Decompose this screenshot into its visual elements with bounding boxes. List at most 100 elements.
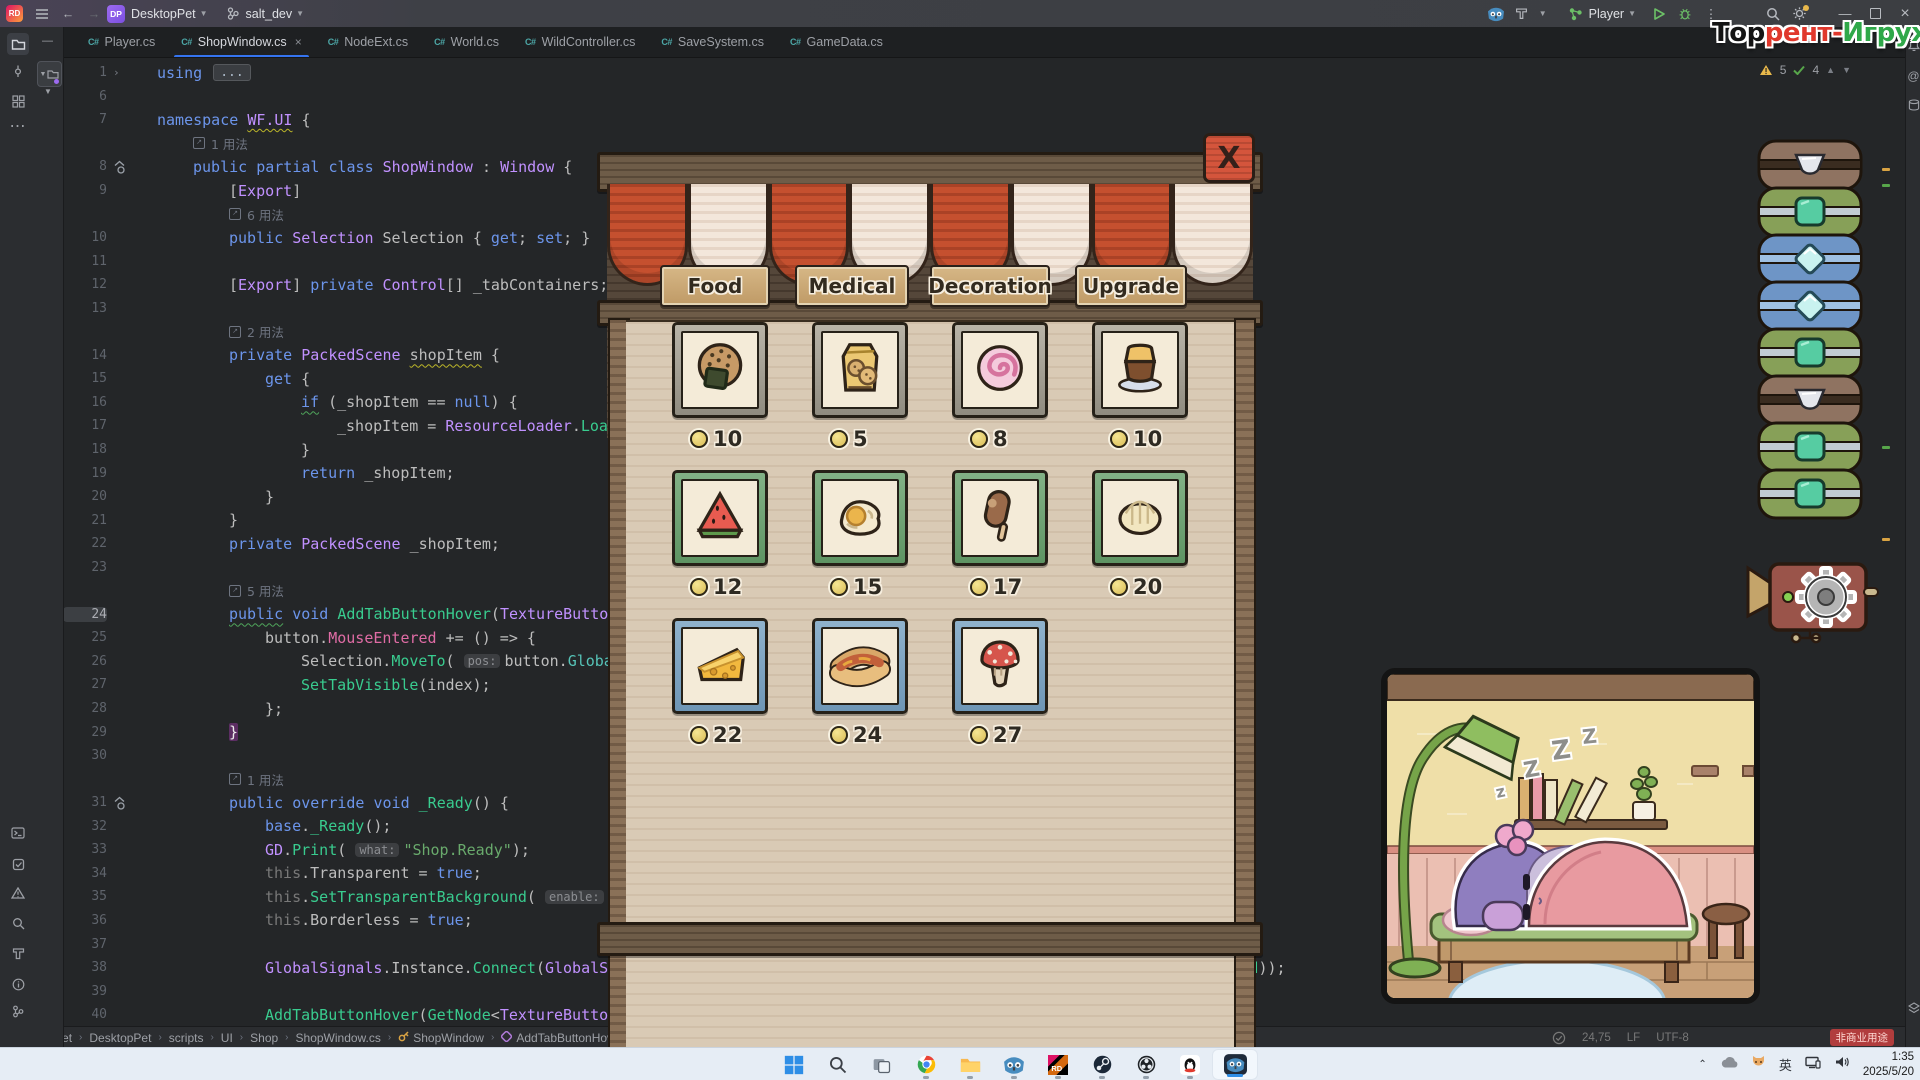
godot-engine-icon[interactable] [1485,3,1507,25]
code-line[interactable]: 6 [63,85,1893,109]
chevron-down-icon[interactable]: ▼ [1628,9,1636,18]
breadcrumb-item[interactable]: ShopWindow.cs [296,1031,381,1045]
pet-room-scene[interactable]: z Z Z Z [1381,668,1760,1004]
breadcrumb-item[interactable]: DesktopPet [89,1031,151,1045]
build-icon[interactable] [7,942,29,964]
shop-tab-decoration[interactable]: Decoration [930,265,1050,307]
debug-bug-icon[interactable] [1674,3,1696,25]
inspection-widget[interactable]: 5 4 ▲ ▼ [1759,63,1851,77]
breadcrumb-item[interactable]: UI [221,1031,233,1045]
hide-panel-icon[interactable]: — [42,35,53,47]
run-config-name[interactable]: Player [1589,7,1624,21]
caret-position[interactable]: 24,75 [1582,1032,1611,1044]
shop-item-watermelon[interactable] [672,470,768,566]
version-control-icon[interactable] [7,1000,29,1022]
terminal-icon[interactable] [7,822,29,844]
shop-item-cheese[interactable] [672,618,768,714]
gutter-fold-arrow[interactable]: › [107,66,153,79]
usages-hint[interactable]: ↗1 用法 [193,134,248,153]
ai-assistant-icon[interactable]: @ [1906,69,1920,83]
services-icon[interactable] [7,853,29,875]
shop-item-mushroom[interactable] [952,618,1048,714]
no-problems-icon[interactable] [1552,1031,1566,1045]
shop-item-onigiri[interactable] [672,322,768,418]
main-menu-icon[interactable] [31,3,53,25]
shop-tab-food[interactable]: Food [660,265,770,307]
code-line[interactable]: 7namespace WF.UI { [63,108,1893,132]
prev-problem-icon[interactable]: ▲ [1826,65,1835,75]
gear-machine[interactable] [1742,550,1882,650]
breadcrumb-item[interactable]: Shop [250,1031,278,1045]
project-folder-icon[interactable] [7,33,29,55]
clock[interactable]: 1:35 2025/5/20 [1863,1050,1914,1079]
usages-hint[interactable]: ↗1 用法 [229,770,284,789]
taskbar-chrome-icon[interactable] [904,1048,948,1080]
shop-close-button[interactable]: X [1203,133,1255,183]
layers-icon[interactable] [1906,1002,1920,1017]
pet-cat-icon[interactable] [1751,1055,1766,1074]
project-name[interactable]: DesktopPet [131,7,196,21]
tray-chevron-icon[interactable]: ⌃ [1698,1059,1706,1070]
tab-ShopWindow.cs[interactable]: C#ShopWindow.cs× [168,27,314,57]
forward-icon[interactable]: → [83,3,105,25]
shop-item-pudding[interactable] [1092,322,1188,418]
database-icon[interactable] [1906,99,1920,114]
shop-item-popsicle[interactable] [952,470,1048,566]
project-root-node[interactable]: ▼ [37,61,62,87]
run-play-icon[interactable] [1648,3,1670,25]
line-number: 40 [63,1007,107,1022]
taskbar-godot-icon[interactable] [992,1048,1036,1080]
shop-item-cookie-bag[interactable] [812,322,908,418]
usages-hint[interactable]: ↗2 用法 [229,322,284,341]
shop-item-bread[interactable] [1092,470,1188,566]
line-separator[interactable]: LF [1627,1032,1640,1044]
search-everywhere-icon[interactable] [7,912,29,934]
tab-SaveSystem.cs[interactable]: C#SaveSystem.cs [648,27,777,57]
next-problem-icon[interactable]: ▼ [1842,65,1851,75]
code-line[interactable]: 1›using ... [63,61,1893,85]
chest-green-emerald[interactable] [1756,467,1864,526]
chevron-down-icon[interactable]: ▼ [1539,9,1547,18]
taskbar-task-view-icon[interactable] [860,1048,904,1080]
problems-icon[interactable] [7,882,29,904]
shop-item-naruto-swirl[interactable] [952,322,1048,418]
gutter-inheritors[interactable] [107,160,153,174]
more-tools-icon[interactable]: ⋯ [7,115,29,137]
taskbar-steam-icon[interactable] [1080,1048,1124,1080]
usages-hint[interactable]: ↗5 用法 [229,581,284,600]
info-icon[interactable] [7,973,29,995]
tab-NodeExt.cs[interactable]: C#NodeExt.cs [315,27,421,57]
file-encoding[interactable]: UTF-8 [1656,1032,1689,1044]
breadcrumb-item[interactable]: AddTabButtonHover [501,1031,623,1045]
tab-GameData.cs[interactable]: C#GameData.cs [777,27,896,57]
taskbar-godot-active-icon[interactable] [1212,1049,1258,1080]
taskbar-qq-icon[interactable] [1168,1048,1212,1080]
ime-indicator[interactable]: 英 [1779,1055,1792,1074]
breadcrumb-item[interactable]: ShopWindow [398,1031,484,1045]
taskbar-file-explorer-icon[interactable] [948,1048,992,1080]
volume-icon[interactable] [1834,1055,1850,1074]
taskbar-rider-icon[interactable]: RD [1036,1048,1080,1080]
shop-tab-upgrade[interactable]: Upgrade [1075,265,1187,307]
network-icon[interactable] [1805,1056,1821,1074]
chevron-down-icon[interactable]: ▼ [44,87,52,96]
taskbar-obs-icon[interactable] [1124,1048,1168,1080]
branch-name[interactable]: salt_dev [246,7,293,21]
shop-item-hot-dog[interactable] [812,618,908,714]
tab-close-icon[interactable]: × [295,35,302,49]
shop-tab-medical[interactable]: Medical [795,265,909,307]
hammer-build-icon[interactable] [1511,3,1533,25]
back-icon[interactable]: ← [57,3,79,25]
tab-World.cs[interactable]: C#World.cs [421,27,512,57]
tab-WildController.cs[interactable]: C#WildController.cs [512,27,648,57]
shop-item-egg-bun[interactable] [812,470,908,566]
commit-icon[interactable] [7,60,29,82]
usages-hint[interactable]: ↗6 用法 [229,205,284,224]
taskbar-search-icon[interactable] [816,1048,860,1080]
structure-icon[interactable] [7,90,29,112]
onedrive-cloud-icon[interactable] [1720,1056,1738,1074]
taskbar-start-icon[interactable] [772,1048,816,1080]
tab-Player.cs[interactable]: C#Player.cs [75,27,168,57]
breadcrumb-item[interactable]: scripts [169,1031,204,1045]
gutter-override[interactable] [107,796,153,810]
